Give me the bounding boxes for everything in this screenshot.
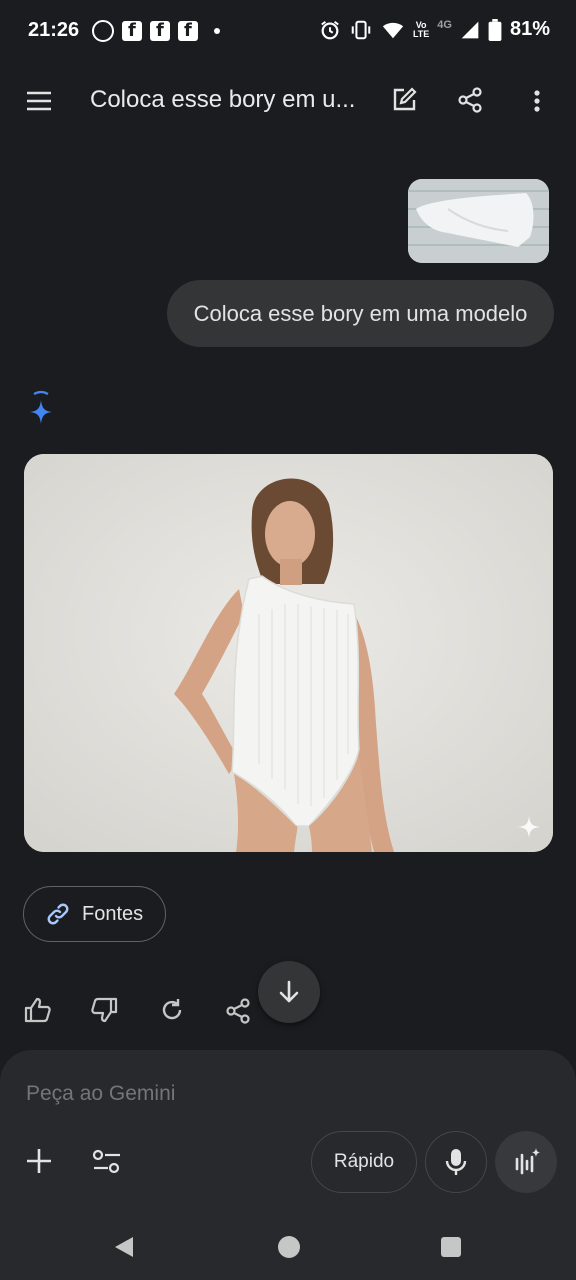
menu-button[interactable]: [24, 86, 56, 116]
regenerate-icon: [162, 999, 182, 1020]
more-vert-icon: [534, 90, 540, 112]
model-mode-button[interactable]: Rápido: [311, 1131, 417, 1193]
thumbs-down-icon: [91, 997, 118, 1023]
facebook-icon: [178, 20, 198, 41]
more-notifications-icon: [214, 28, 220, 34]
signal-icon: [461, 21, 479, 38]
arrow-down-icon: [279, 980, 299, 1003]
gemini-live-button[interactable]: [495, 1131, 557, 1193]
nav-recents-button[interactable]: [441, 1237, 461, 1257]
more-options-button[interactable]: [527, 86, 547, 121]
user-message-bubble: Coloca esse bory em uma modelo: [167, 280, 554, 347]
gemini-spark-icon: [26, 390, 56, 435]
nav-home-button[interactable]: [278, 1236, 300, 1258]
plus-icon: [27, 1149, 51, 1173]
battery-icon: [488, 18, 502, 41]
notification-icons: [92, 20, 220, 42]
network-type: 4G: [437, 18, 452, 31]
vibrate-icon: [351, 20, 371, 39]
share-icon: [458, 87, 482, 113]
facebook-icon: [122, 20, 142, 41]
nav-back-button[interactable]: [113, 1235, 135, 1264]
live-waveform-icon: [515, 1148, 540, 1175]
microphone-button[interactable]: [425, 1131, 487, 1193]
mic-icon: [445, 1149, 467, 1175]
share-response-button[interactable]: [224, 997, 252, 1030]
status-bar: 21:26 VoLTE 4G 81%: [0, 0, 576, 64]
link-icon: [47, 903, 69, 925]
whatsapp-icon: [92, 20, 114, 42]
user-uploaded-image[interactable]: [408, 179, 549, 263]
generated-image[interactable]: [24, 454, 553, 852]
menu-icon: [27, 91, 51, 111]
chat-title[interactable]: Coloca esse bory em u...: [90, 86, 360, 114]
alarm-icon: [321, 20, 339, 39]
sources-label: Fontes: [82, 902, 144, 925]
add-attachment-button[interactable]: [24, 1146, 54, 1181]
volte-icon: Vo LTE: [412, 19, 430, 39]
tools-button[interactable]: [92, 1148, 122, 1181]
share-icon: [226, 998, 250, 1024]
new-chat-button[interactable]: [390, 86, 418, 119]
battery-level: 81%: [509, 18, 550, 40]
sources-button[interactable]: Fontes: [23, 886, 166, 942]
share-chat-button[interactable]: [456, 86, 484, 119]
thumbs-down-button[interactable]: [90, 997, 118, 1028]
facebook-icon: [150, 20, 170, 41]
status-time: 21:26: [28, 19, 80, 41]
back-triangle-icon: [115, 1237, 133, 1257]
wifi-icon: [382, 22, 404, 38]
system-icons: Vo LTE 4G 81%: [319, 18, 550, 41]
thumbs-up-button[interactable]: [24, 997, 52, 1028]
scroll-to-bottom-button[interactable]: [258, 961, 320, 1023]
edit-icon: [393, 87, 417, 111]
regenerate-button[interactable]: [159, 997, 185, 1028]
prompt-input[interactable]: [26, 1082, 446, 1106]
thumbs-up-icon: [24, 997, 51, 1023]
tools-icon: [92, 1149, 120, 1174]
